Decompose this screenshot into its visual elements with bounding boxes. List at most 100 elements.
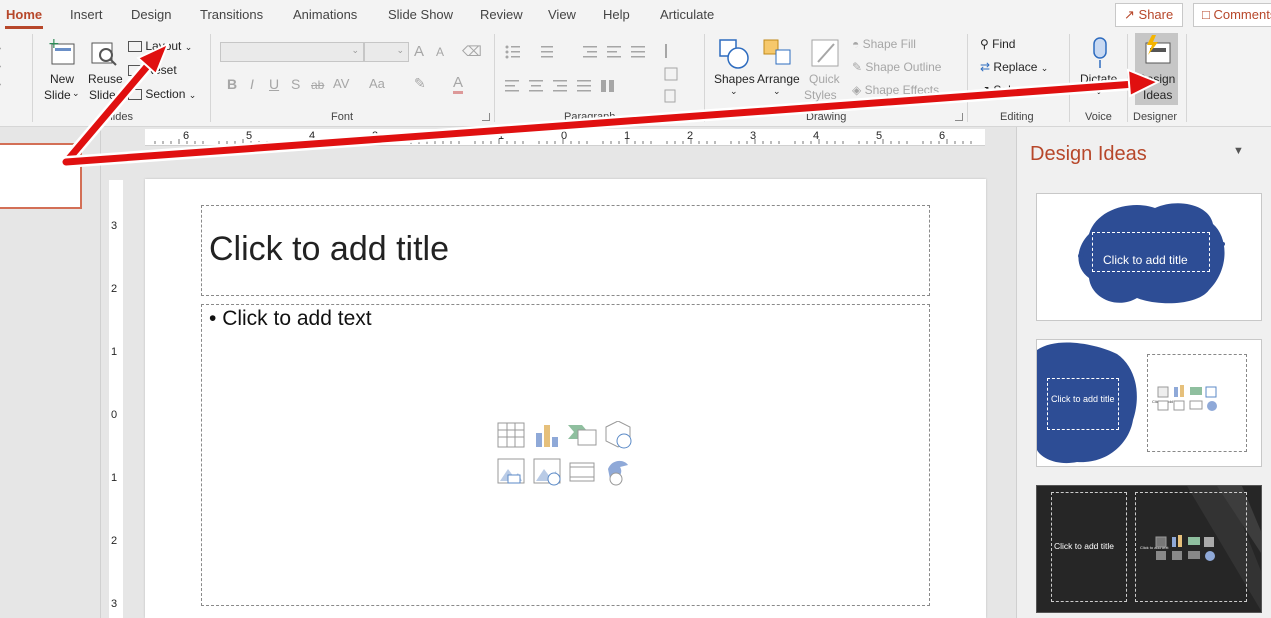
select-label: Select	[993, 83, 1027, 97]
horizontal-ruler: 6 5 4 3 2 1 0 1 2 3 4 5 6	[145, 129, 985, 146]
card-content-placeholder: Click to add text	[1135, 492, 1247, 602]
font-dialog-launcher[interactable]	[482, 113, 490, 121]
shape-outline-button[interactable]: ✎ Shape Outline	[852, 60, 941, 74]
paragraph-dialog-launcher[interactable]	[684, 113, 692, 121]
ruler-label: 1	[111, 472, 118, 484]
tab-transitions[interactable]: Transitions	[200, 7, 263, 22]
share-button[interactable]: ↗ Share	[1115, 3, 1183, 27]
tab-review[interactable]: Review	[480, 7, 523, 22]
insert-video-icon[interactable]	[569, 462, 595, 482]
section-button[interactable]: Section ⌄	[128, 87, 196, 101]
font-color-button[interactable]: A	[453, 74, 464, 94]
designer-group-label: Designer	[1133, 111, 1178, 123]
dictate-button[interactable]	[1088, 36, 1112, 73]
ruler-label: 2	[111, 283, 118, 295]
tab-design[interactable]: Design	[131, 7, 171, 22]
paragraph-icons	[503, 42, 693, 115]
reuse-slides-button[interactable]	[89, 38, 119, 71]
ribbon: ››› + New Slide ⌄ Reuse Slides Layout ⌄ …	[0, 30, 1271, 127]
design-ideas-label-1: Design	[1138, 72, 1176, 86]
shrink-font-icon[interactable]: A	[436, 45, 444, 59]
tab-articulate[interactable]: Articulate	[660, 7, 714, 22]
underline-button[interactable]: U	[269, 76, 279, 92]
tab-home[interactable]: Home	[4, 7, 44, 29]
shadow-button[interactable]: S	[291, 76, 300, 92]
card-title-placeholder: Click to add title	[1047, 378, 1119, 430]
italic-button[interactable]: I	[250, 76, 254, 92]
shapes-button[interactable]	[718, 38, 750, 73]
new-slide-button[interactable]: +	[48, 36, 78, 71]
comments-button[interactable]: □ Comments	[1193, 3, 1271, 27]
card-title-placeholder: Click to add title	[1092, 232, 1210, 272]
tab-insert[interactable]: Insert	[70, 7, 103, 22]
section-label: Section	[145, 87, 186, 101]
font-name-dropdown[interactable]: ⌄	[220, 42, 364, 62]
quick-styles-label-1: Quick	[809, 72, 840, 86]
tab-view[interactable]: View	[548, 7, 576, 22]
ruler-label: 5	[876, 130, 883, 142]
shape-effects-button[interactable]: ◈ Shape Effects	[852, 83, 939, 97]
layout-label: Layout	[145, 39, 182, 53]
reset-button[interactable]: Reset	[128, 63, 177, 77]
ruler-label: 0	[561, 130, 568, 142]
font-size-dropdown[interactable]: ⌄	[364, 42, 409, 62]
insert-table-icon[interactable]	[497, 422, 525, 448]
svg-text:+: +	[48, 38, 60, 52]
grow-font-icon[interactable]: A	[414, 43, 424, 60]
pen-icon: ✎	[852, 60, 863, 74]
ruler-label: 6	[939, 130, 946, 142]
find-label: Find	[992, 37, 1016, 51]
insert-online-picture-icon[interactable]	[533, 458, 561, 486]
layout-button[interactable]: Layout ⌄	[128, 39, 192, 53]
find-button[interactable]: ⚲ Find	[980, 37, 1015, 51]
card-title-text: Click to add title	[1051, 394, 1115, 404]
effects-icon: ◈	[852, 83, 862, 97]
select-button[interactable]: ↗ Select	[980, 83, 1027, 97]
design-idea-1[interactable]: Click to add title	[1036, 193, 1262, 321]
title-placeholder[interactable]: Click to add title	[201, 205, 930, 296]
change-case-button[interactable]: Aa	[369, 76, 385, 91]
insert-chart-icon[interactable]	[536, 425, 558, 447]
ruler-label: 3	[372, 130, 379, 142]
comments-label: Comments	[1213, 7, 1271, 22]
insert-smartart-icon[interactable]	[568, 425, 597, 446]
replace-button[interactable]: ⇄ Replace ⌄	[980, 60, 1048, 74]
drawing-group-label: Drawing	[806, 111, 847, 123]
design-idea-3[interactable]: Click to add title Click to add text	[1036, 485, 1262, 613]
insert-icon-icon[interactable]	[608, 460, 628, 486]
cursor-icon: ↗	[980, 83, 991, 97]
bold-button[interactable]: B	[227, 76, 237, 92]
ruler-label: 3	[750, 130, 757, 142]
slide-thumbnail[interactable]	[0, 143, 82, 209]
content-placeholder[interactable]: • Click to add text	[201, 304, 930, 606]
reset-icon	[128, 65, 142, 77]
section-icon	[128, 89, 142, 101]
insert-3d-model-icon[interactable]	[605, 421, 632, 449]
insert-picture-icon[interactable]	[497, 458, 525, 484]
design-ideas-button[interactable]: Design Ideas	[1135, 33, 1178, 105]
paragraph-group-label: Paragraph	[564, 111, 616, 123]
design-idea-2[interactable]: Click to add title Click to add text	[1036, 339, 1262, 467]
quick-styles-button[interactable]	[810, 38, 842, 73]
ruler-label: 2	[111, 535, 118, 547]
tab-help[interactable]: Help	[603, 7, 630, 22]
ruler-label: 4	[309, 130, 316, 142]
arrange-button[interactable]	[762, 38, 794, 73]
reuse-slides-label-1: Reuse	[88, 72, 123, 86]
vertical-ruler: 3 2 1 0 1 2 3	[109, 180, 123, 618]
ruler-label: 1	[624, 130, 631, 142]
tab-slide-show[interactable]: Slide Show	[388, 7, 453, 22]
shape-fill-button[interactable]: ◓ Shape Fill	[852, 37, 916, 51]
strikethrough-button[interactable]: ab	[311, 78, 324, 92]
pane-options-icon[interactable]: ▼	[1233, 145, 1244, 157]
clear-format-icon[interactable]: ⌫	[462, 43, 482, 60]
ruler-label: 3	[111, 598, 118, 610]
bullet-text: Click to add text	[222, 307, 372, 330]
replace-icon: ⇄	[980, 60, 991, 74]
tab-animations[interactable]: Animations	[293, 7, 357, 22]
slides-group-label: Slides	[103, 111, 133, 123]
reuse-slides-icon	[91, 42, 117, 66]
highlight-icon[interactable]: ✎	[414, 75, 426, 92]
character-spacing-button[interactable]: AV	[333, 76, 349, 91]
drawing-dialog-launcher[interactable]	[955, 113, 963, 121]
